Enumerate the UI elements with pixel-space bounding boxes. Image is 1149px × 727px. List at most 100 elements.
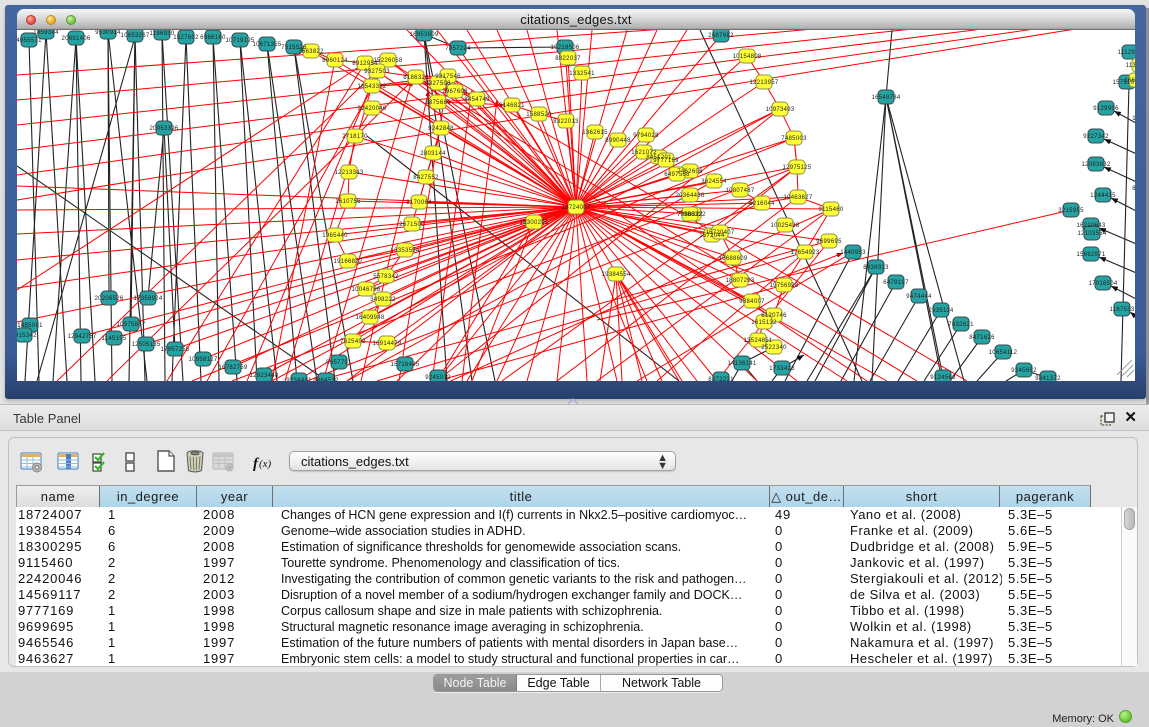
svg-text:1610755: 1610755 (335, 199, 361, 205)
svg-text:1485061: 1485061 (17, 323, 43, 329)
svg-text:7625402: 7625402 (340, 339, 366, 345)
svg-text:20691406: 20691406 (61, 36, 90, 42)
svg-text:16210643: 16210643 (1076, 223, 1105, 229)
svg-text:8960124: 8960124 (322, 58, 348, 64)
svg-text:9245652: 9245652 (1011, 368, 1037, 374)
svg-text:1664092: 1664092 (1124, 78, 1135, 84)
svg-text:8822037: 8822037 (555, 56, 581, 62)
svg-text:9227342: 9227342 (1083, 134, 1109, 140)
svg-text:19756928: 19756928 (769, 283, 798, 289)
svg-text:10958127: 10958127 (188, 357, 217, 363)
svg-text:19166822: 19166822 (333, 259, 362, 265)
svg-text:1186930: 1186930 (149, 31, 174, 37)
svg-text:10671355: 10671355 (252, 42, 281, 48)
svg-text:7485003: 7485003 (781, 136, 807, 142)
svg-text:16548784: 16548784 (871, 95, 900, 101)
svg-text:(x): (x) (259, 458, 272, 470)
svg-text:10046786: 10046786 (351, 287, 380, 293)
svg-text:9317546: 9317546 (435, 74, 461, 80)
svg-text:17359924: 17359924 (133, 296, 162, 302)
svg-text:18807293: 18807293 (725, 278, 754, 284)
svg-text:9474444: 9474444 (906, 294, 932, 300)
svg-text:12213343: 12213343 (334, 170, 363, 176)
svg-text:8322015: 8322015 (1132, 186, 1135, 192)
svg-text:1588520: 1588520 (526, 112, 552, 118)
svg-text:10025438: 10025438 (770, 223, 799, 229)
svg-text:8170064: 8170064 (406, 200, 432, 206)
svg-text:19384554: 19384554 (601, 272, 630, 278)
svg-text:9146821: 9146821 (499, 103, 525, 109)
svg-text:10654112: 10654112 (989, 350, 1018, 356)
svg-text:10719195: 10719195 (225, 38, 254, 44)
svg-text:9245012: 9245012 (425, 375, 451, 381)
svg-text:3215955: 3215955 (1058, 208, 1084, 214)
svg-text:9530914: 9530914 (95, 30, 121, 36)
svg-text:10975887: 10975887 (116, 322, 145, 328)
svg-text:6479197: 6479197 (883, 280, 909, 286)
svg-text:15716485: 15716485 (390, 362, 419, 368)
svg-text:17957255: 17957255 (160, 347, 189, 353)
svg-text:1362615: 1362615 (582, 130, 608, 136)
svg-text:1965440: 1965440 (322, 233, 348, 239)
svg-text:12923448: 12923448 (249, 373, 278, 379)
svg-text:7663822: 7663822 (298, 49, 324, 55)
svg-text:2967608: 2967608 (442, 89, 468, 95)
svg-text:8938923: 8938923 (863, 265, 889, 271)
svg-text:16953809: 16953809 (409, 32, 438, 38)
svg-text:12505135: 12505135 (131, 342, 160, 348)
svg-text:20053396: 20053396 (149, 126, 178, 132)
svg-text:8990448: 8990448 (605, 138, 631, 144)
svg-text:3624554: 3624554 (701, 179, 727, 185)
svg-text:6120746: 6120746 (761, 313, 787, 319)
svg-text:2718170: 2718170 (342, 134, 368, 140)
svg-text:9242848: 9242848 (428, 126, 454, 132)
svg-text:13353594: 13353594 (390, 248, 419, 254)
svg-text:10653267: 10653267 (120, 33, 149, 39)
svg-text:1615132: 1615132 (751, 320, 777, 326)
svg-text:1145155: 1145155 (101, 336, 126, 342)
svg-text:20364436: 20364436 (675, 193, 704, 199)
svg-text:15692971: 15692971 (1076, 252, 1105, 258)
svg-text:17654923: 17654923 (790, 250, 819, 256)
svg-text:12213957: 12213957 (749, 80, 778, 86)
svg-text:10688609: 10688609 (718, 256, 747, 262)
svg-text:9699695: 9699695 (816, 239, 842, 245)
svg-text:2935114: 2935114 (928, 308, 953, 314)
svg-text:9794028: 9794028 (633, 133, 659, 139)
svg-text:9327508: 9327508 (425, 81, 451, 87)
svg-text:5578342: 5578342 (373, 274, 399, 280)
svg-text:18724007: 18724007 (561, 205, 590, 211)
svg-text:1167533: 1167533 (1109, 307, 1134, 313)
svg-text:1112954: 1112954 (1118, 50, 1135, 56)
svg-text:18300295: 18300295 (519, 220, 548, 226)
svg-text:1527602: 1527602 (173, 35, 199, 41)
svg-text:1244415: 1244415 (1090, 193, 1116, 199)
svg-text:12975125: 12975125 (782, 165, 811, 171)
svg-text:1564093: 1564093 (1132, 116, 1135, 122)
svg-text:1332541: 1332541 (569, 71, 595, 77)
svg-text:16782759: 16782759 (218, 365, 247, 371)
svg-text:9384007: 9384007 (739, 299, 765, 305)
svg-text:1875685: 1875685 (425, 100, 451, 106)
svg-text:16543382: 16543382 (357, 84, 386, 90)
svg-text:12093832: 12093832 (1081, 162, 1110, 168)
svg-text:12103554: 12103554 (1077, 231, 1106, 237)
svg-text:4055571: 4055571 (17, 38, 42, 44)
svg-text:10973493: 10973493 (765, 107, 794, 113)
svg-text:8471626: 8471626 (969, 335, 995, 341)
svg-text:9657791: 9657791 (326, 360, 352, 366)
svg-text:22420046: 22420046 (357, 106, 386, 112)
svg-text:7986322: 7986322 (677, 212, 703, 218)
svg-text:10807487: 10807487 (725, 188, 754, 194)
svg-text:2803144: 2803144 (420, 151, 446, 157)
svg-text:15226058: 15226058 (373, 58, 402, 64)
svg-text:8872231: 8872231 (708, 377, 734, 381)
svg-text:19218506: 19218506 (550, 45, 579, 51)
svg-text:6497568: 6497568 (664, 172, 690, 178)
svg-text:11325419: 11325419 (1126, 63, 1135, 69)
svg-text:9115460: 9115460 (818, 207, 843, 213)
svg-text:9327503: 9327503 (364, 69, 390, 75)
svg-text:20206526: 20206526 (94, 296, 123, 302)
svg-text:10154808: 10154808 (732, 54, 761, 60)
svg-text:9234481: 9234481 (286, 378, 312, 381)
